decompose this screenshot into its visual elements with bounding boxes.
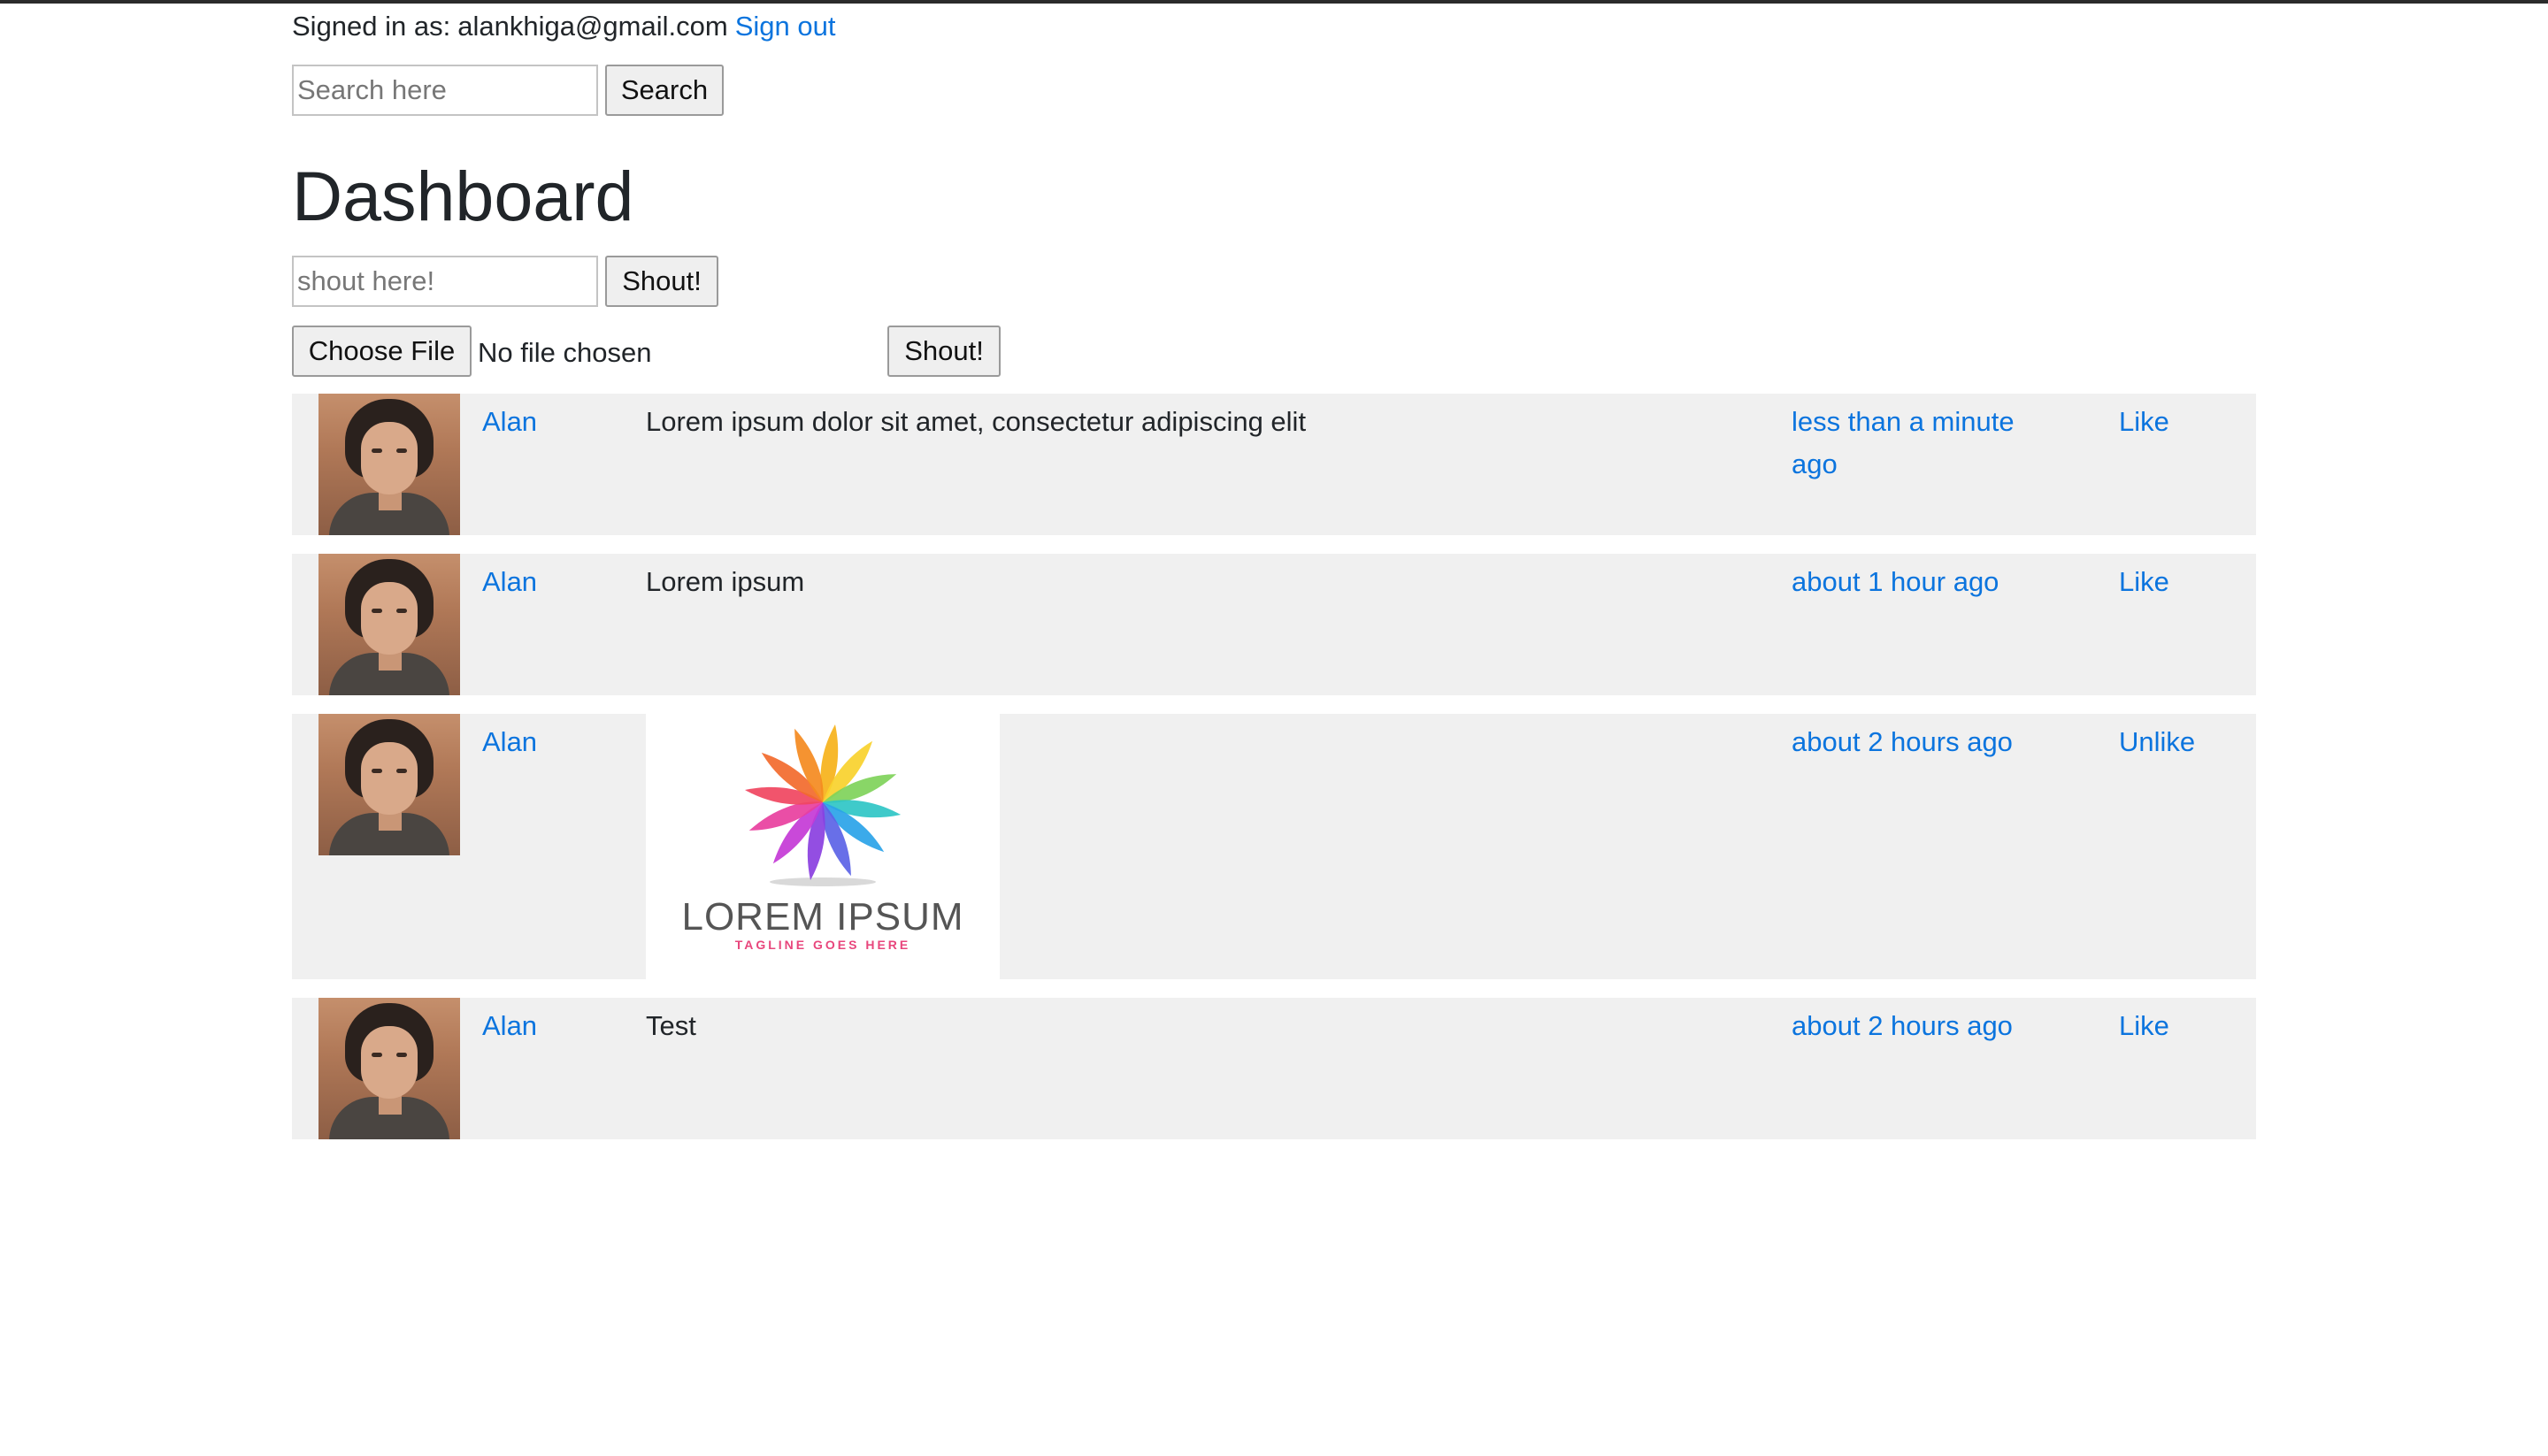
timestamp-link[interactable]: less than a minute ago: [1792, 401, 2030, 486]
search-button[interactable]: Search: [605, 65, 724, 116]
author-link[interactable]: Alan: [482, 1005, 537, 1047]
text-shout-button[interactable]: Shout!: [605, 256, 718, 307]
logo-tagline: TAGLINE GOES HERE: [646, 937, 1000, 953]
search-input[interactable]: [292, 65, 598, 116]
shout-text: Lorem ipsum dolor sit amet, consectetur …: [646, 406, 1307, 437]
shout-feed: Alan Lorem ipsum dolor sit amet, consect…: [292, 394, 2256, 1158]
shout-item: Alan LOREM IPSUM TAGLINE GOES HERE about…: [292, 714, 2256, 979]
top-border: [0, 0, 2548, 4]
shout-item: Alan Test about 2 hours ago Like: [292, 998, 2256, 1139]
flower-logo-icon: [745, 724, 901, 886]
file-status: No file chosen: [478, 337, 652, 368]
choose-file-button[interactable]: Choose File: [292, 326, 472, 377]
like-link[interactable]: Like: [2119, 401, 2169, 443]
user-avatar[interactable]: [318, 554, 460, 695]
shout-image[interactable]: LOREM IPSUM TAGLINE GOES HERE: [646, 714, 1000, 979]
user-avatar[interactable]: [318, 394, 460, 535]
user-email: alankhiga@gmail.com: [457, 11, 728, 42]
author-link[interactable]: Alan: [482, 561, 537, 603]
signed-in-status: Signed in as: alankhiga@gmail.com Sign out: [292, 9, 835, 44]
shout-input[interactable]: [292, 256, 598, 307]
timestamp-link[interactable]: about 2 hours ago: [1792, 721, 2030, 763]
like-link[interactable]: Like: [2119, 1005, 2169, 1047]
tagline-text: TAGLINE GOES HERE: [734, 938, 911, 952]
shout-item: Alan Lorem ipsum about 1 hour ago Like: [292, 554, 2256, 695]
user-avatar[interactable]: [318, 714, 460, 855]
shout-item: Alan Lorem ipsum dolor sit amet, consect…: [292, 394, 2256, 535]
author-link[interactable]: Alan: [482, 401, 537, 443]
shout-text: Lorem ipsum: [646, 566, 805, 597]
author-link[interactable]: Alan: [482, 721, 537, 763]
logo-title: LOREM IPSUM: [681, 895, 964, 939]
signed-in-label: Signed in as:: [292, 11, 451, 42]
unlike-link[interactable]: Unlike: [2119, 721, 2195, 763]
sign-out-link[interactable]: Sign out: [735, 11, 836, 42]
shout-text: Test: [646, 1010, 696, 1041]
user-avatar[interactable]: [318, 998, 460, 1139]
timestamp-link[interactable]: about 2 hours ago: [1792, 1005, 2030, 1047]
page-title: Dashboard: [292, 157, 634, 235]
timestamp-link[interactable]: about 1 hour ago: [1792, 561, 2030, 603]
photo-shout-button[interactable]: Shout!: [887, 326, 1001, 377]
like-link[interactable]: Like: [2119, 561, 2169, 603]
